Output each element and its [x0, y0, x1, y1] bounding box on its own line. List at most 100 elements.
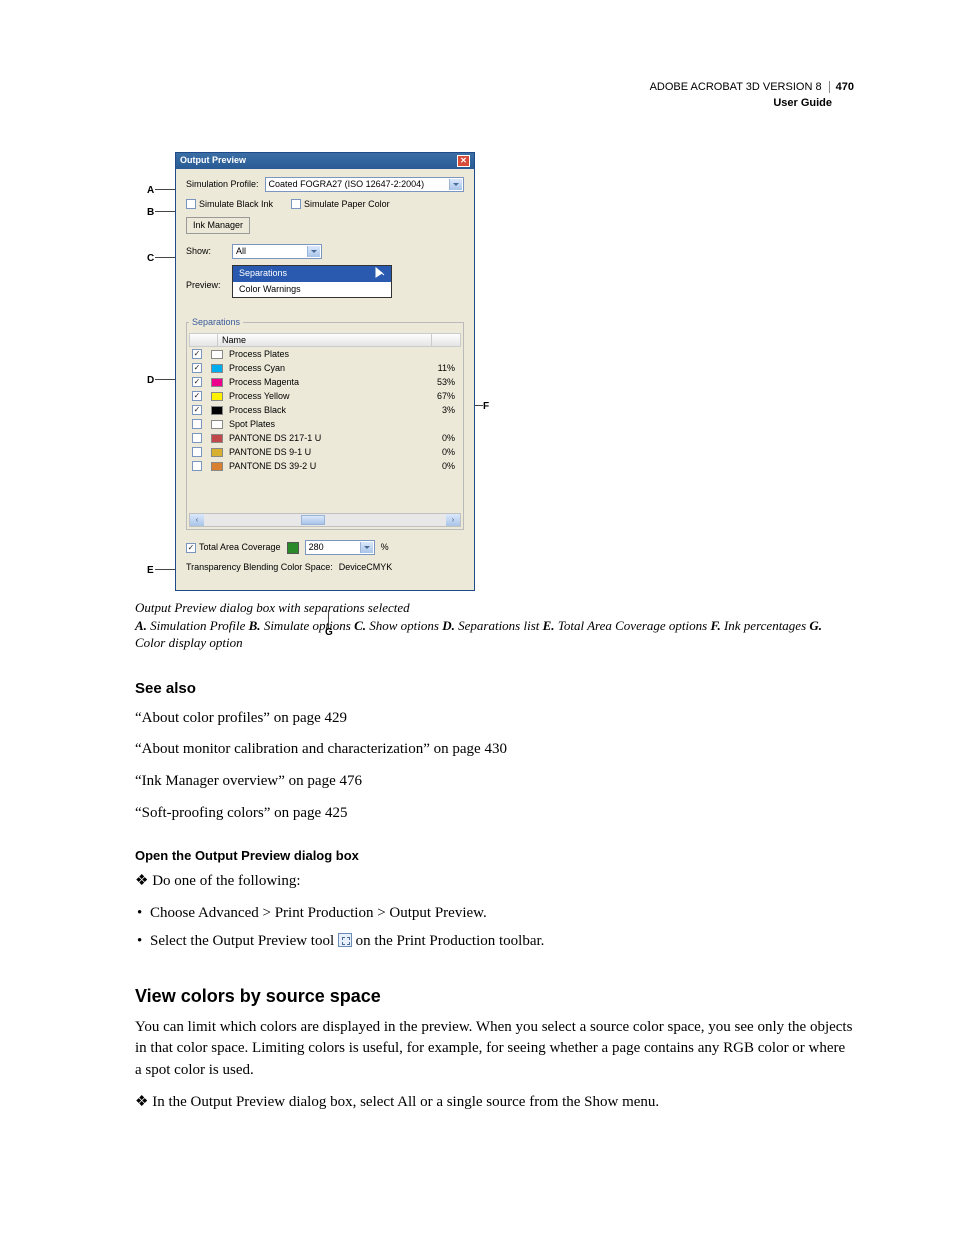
row-name: PANTONE DS 9-1 U	[229, 446, 421, 459]
simulation-profile-label: Simulation Profile:	[186, 178, 259, 191]
separations-group: Separations Name ✓ Process Plates ✓ Process…	[186, 316, 464, 530]
row-checkbox[interactable]	[192, 447, 202, 457]
output-preview-tool-icon	[338, 933, 352, 947]
row-name: Process Cyan	[229, 362, 421, 375]
row-checkbox[interactable]: ✓	[192, 391, 202, 401]
callout-g: G	[325, 626, 333, 641]
view-colors-heading: View colors by source space	[135, 983, 854, 1009]
separations-legend: Separations	[189, 316, 243, 329]
callout-b: B	[147, 206, 154, 221]
see-also-link[interactable]: “About color profiles” on page 429	[135, 708, 854, 730]
page-number: 470	[829, 81, 854, 93]
row-percentage: 0%	[421, 446, 461, 459]
tac-value-dropdown[interactable]: 280	[305, 540, 375, 555]
show-label: Show:	[186, 245, 226, 258]
callout-f: F	[483, 400, 489, 415]
caption-line: Output Preview dialog box with separatio…	[135, 599, 854, 617]
see-also-heading: See also	[135, 678, 854, 700]
row-checkbox[interactable]	[192, 419, 202, 429]
see-also-link[interactable]: “About monitor calibration and character…	[135, 739, 854, 761]
row-name: Process Plates	[229, 348, 421, 361]
callout-c: C	[147, 252, 154, 267]
simulate-black-ink-label: Simulate Black Ink	[199, 198, 273, 211]
preview-menu[interactable]: Separations Color Warnings	[232, 265, 392, 298]
simulate-paper-color-label: Simulate Paper Color	[304, 198, 390, 211]
table-row: ✓ Process Plates	[189, 347, 461, 361]
separations-scrollbar[interactable]: ‹ ›	[189, 513, 461, 527]
row-checkbox[interactable]	[192, 433, 202, 443]
preview-menu-color-warnings[interactable]: Color Warnings	[233, 282, 391, 297]
color-swatch-icon	[211, 420, 223, 429]
table-row: Spot Plates	[189, 417, 461, 431]
simulate-paper-color-checkbox[interactable]	[291, 199, 301, 209]
total-area-coverage-label: Total Area Coverage	[199, 541, 281, 554]
close-icon[interactable]: ✕	[457, 155, 470, 167]
view-colors-para: You can limit which colors are displayed…	[135, 1017, 854, 1082]
tac-percent-label: %	[381, 541, 389, 554]
row-percentage: 11%	[421, 362, 461, 375]
view-colors-step: In the Output Preview dialog box, select…	[135, 1092, 854, 1114]
total-area-coverage-checkbox[interactable]: ✓	[186, 543, 196, 553]
simulation-profile-dropdown[interactable]: Coated FOGRA27 (ISO 12647-2:2004)	[265, 177, 464, 192]
table-row: ✓ Process Cyan11%	[189, 361, 461, 375]
row-percentage: 0%	[421, 460, 461, 473]
figure-output-preview: A B C D E F G Output Preview ✕ Simulatio…	[155, 152, 495, 591]
table-row: PANTONE DS 39-2 U0%	[189, 459, 461, 473]
ink-manager-button[interactable]: Ink Manager	[186, 217, 250, 234]
guide-label: User Guide	[135, 96, 854, 112]
see-also-link[interactable]: “Ink Manager overview” on page 476	[135, 771, 854, 793]
row-checkbox[interactable]	[192, 461, 202, 471]
open-lead: Do one of the following:	[135, 871, 854, 893]
row-name: PANTONE DS 39-2 U	[229, 460, 421, 473]
table-row: PANTONE DS 9-1 U0%	[189, 445, 461, 459]
scroll-right-icon: ›	[446, 514, 460, 526]
callout-d: D	[147, 374, 154, 389]
row-percentage: 53%	[421, 376, 461, 389]
open-steps-list: Choose Advanced > Print Production > Out…	[135, 903, 854, 953]
show-dropdown[interactable]: All	[232, 244, 322, 259]
row-checkbox[interactable]: ✓	[192, 405, 202, 415]
row-percentage: 67%	[421, 390, 461, 403]
name-column-header: Name	[218, 334, 432, 346]
output-preview-dialog: Output Preview ✕ Simulation Profile: Coa…	[175, 152, 475, 591]
product-name: ADOBE ACROBAT 3D VERSION 8	[650, 81, 822, 93]
callout-e: E	[147, 564, 154, 579]
row-name: Process Black	[229, 404, 421, 417]
color-swatch-icon	[211, 434, 223, 443]
row-checkbox[interactable]: ✓	[192, 363, 202, 373]
table-row: PANTONE DS 217-1 U0%	[189, 431, 461, 445]
see-also-link[interactable]: “Soft-proofing colors” on page 425	[135, 803, 854, 825]
preview-menu-separations: Separations	[233, 266, 391, 282]
color-swatch-icon	[211, 406, 223, 415]
transparency-blend-label: Transparency Blending Color Space:	[186, 561, 333, 574]
simulate-black-ink-checkbox[interactable]	[186, 199, 196, 209]
row-percentage: 0%	[421, 432, 461, 445]
table-row: ✓ Process Magenta53%	[189, 375, 461, 389]
open-output-preview-heading: Open the Output Preview dialog box	[135, 847, 854, 866]
list-item: Select the Output Preview tool on the Pr…	[149, 931, 854, 953]
callout-a: A	[147, 184, 154, 199]
color-swatch-icon	[211, 392, 223, 401]
color-swatch-icon	[211, 364, 223, 373]
preview-label: Preview:	[186, 265, 226, 292]
table-row: ✓ Process Yellow67%	[189, 389, 461, 403]
row-name: Spot Plates	[229, 418, 421, 431]
color-swatch-icon	[211, 378, 223, 387]
dialog-title: Output Preview	[180, 154, 246, 167]
figure-caption: Output Preview dialog box with separatio…	[135, 599, 854, 652]
row-percentage: 3%	[421, 404, 461, 417]
row-name: Process Magenta	[229, 376, 421, 389]
transparency-blend-value: DeviceCMYK	[339, 561, 393, 574]
row-name: Process Yellow	[229, 390, 421, 403]
dialog-titlebar: Output Preview ✕	[176, 153, 474, 169]
table-row: ✓ Process Black3%	[189, 403, 461, 417]
scroll-left-icon: ‹	[190, 514, 204, 526]
color-swatch-icon	[211, 448, 223, 457]
row-checkbox[interactable]: ✓	[192, 377, 202, 387]
list-item: Choose Advanced > Print Production > Out…	[149, 903, 854, 925]
row-checkbox[interactable]: ✓	[192, 349, 202, 359]
color-swatch-icon	[211, 350, 223, 359]
separations-header: Name	[189, 333, 461, 347]
page-header: ADOBE ACROBAT 3D VERSION 8 470 User Guid…	[135, 80, 854, 112]
tac-swatch-icon	[287, 542, 299, 554]
